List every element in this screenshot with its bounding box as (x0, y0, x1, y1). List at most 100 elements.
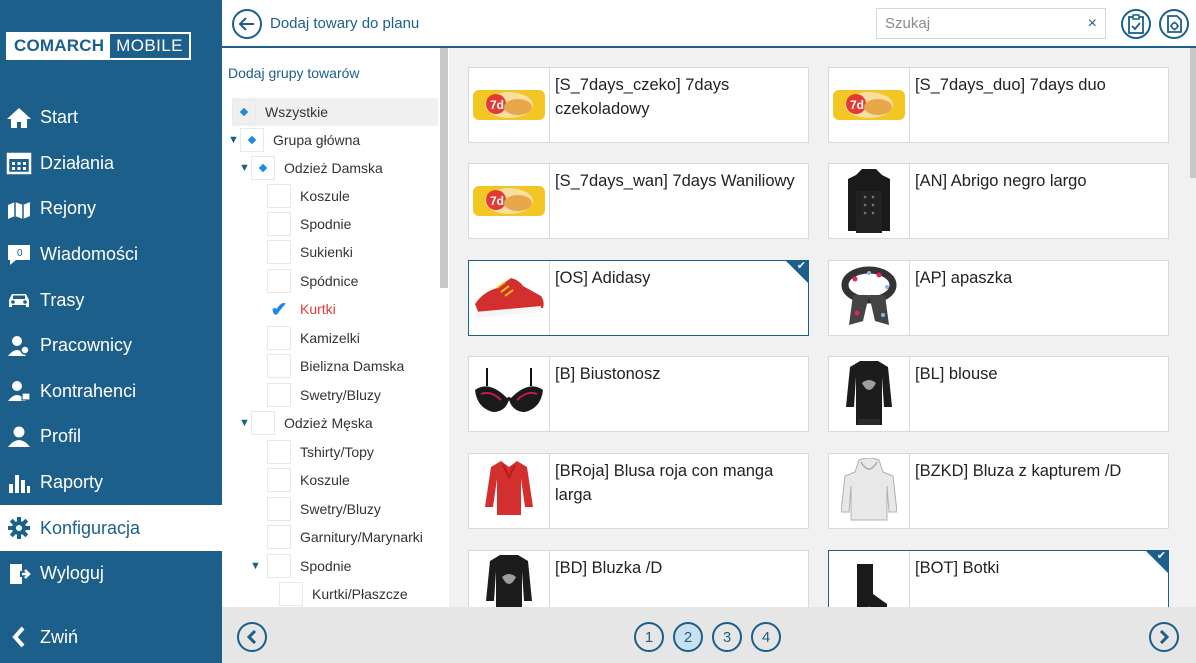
sidebar-item-label: Start (40, 107, 79, 128)
sidebar-item-wyloguj[interactable]: Wyloguj (0, 551, 222, 597)
tree-item[interactable]: Swetry/Bluzy (267, 381, 381, 409)
checkbox[interactable] (240, 128, 264, 152)
calendar-icon (4, 150, 34, 176)
sidebar-item-konfiguracja[interactable]: Konfiguracja (0, 505, 222, 551)
partial-select-icon (247, 135, 257, 145)
tree-item-all[interactable]: Wszystkie (232, 98, 438, 126)
tree-item[interactable]: Koszule (267, 466, 350, 494)
checkbox[interactable] (279, 582, 303, 606)
clear-search-icon[interactable]: × (1088, 15, 1097, 33)
product-card-selected[interactable]: [OS] Adidasy ✔ (468, 260, 809, 336)
checkbox[interactable] (267, 440, 291, 464)
page-button-1[interactable]: 1 (634, 622, 664, 652)
document-settings-button[interactable] (1159, 9, 1189, 39)
sidebar-item-label: Konfiguracja (40, 517, 141, 538)
product-card[interactable]: [BZKD] Bluza z kapturem /D (828, 453, 1169, 529)
collapse-sidebar-button[interactable]: Zwiń (4, 626, 78, 648)
checkbox[interactable] (251, 156, 275, 180)
page-button-2[interactable]: 2 (673, 622, 703, 652)
tree-item[interactable]: ▼ Odzież Męska (239, 409, 373, 437)
tree-item-label: Grupa główna (273, 132, 361, 148)
expand-arrow-icon[interactable]: ▼ (228, 134, 240, 146)
sidebar-item-rejony[interactable]: Rejony (0, 186, 222, 232)
checkbox[interactable] (267, 525, 291, 549)
tree-item[interactable]: ▼ Spodnie (250, 552, 351, 580)
product-card[interactable]: [BL] blouse (828, 356, 1169, 432)
gear-icon (4, 515, 34, 541)
product-card[interactable]: [AN] Abrigo negro largo (828, 163, 1169, 239)
tree-item[interactable]: Swetry/Bluzy (267, 495, 381, 523)
tree-item-selected[interactable]: ✔ Kurtki (267, 295, 336, 323)
clipboard-button[interactable] (1121, 9, 1151, 39)
red-blouse-image (469, 454, 550, 528)
checkbox[interactable] (267, 497, 291, 521)
product-card[interactable]: 7d [S_7days_czeko] 7days czekoladowy (468, 67, 809, 143)
page-button-3[interactable]: 3 (712, 622, 742, 652)
tree-item[interactable]: Spódnice (267, 267, 358, 295)
expand-arrow-icon[interactable]: ▼ (250, 560, 262, 572)
sidebar-item-pracownicy[interactable]: Pracownicy (0, 323, 222, 369)
profile-icon (4, 424, 34, 450)
tree-item[interactable]: Tshirty/Topy (267, 438, 374, 466)
next-page-button[interactable] (1149, 622, 1179, 652)
checkbox[interactable] (267, 354, 291, 378)
checkbox[interactable]: ✔ (267, 297, 291, 321)
tree-item[interactable]: Kamizelki (267, 324, 360, 352)
product-card[interactable]: 7d [S_7days_wan] 7days Waniliowy (468, 163, 809, 239)
message-icon: 0 (4, 242, 34, 268)
sidebar-item-label: Pracownicy (40, 335, 133, 356)
croissant-pack-image: 7d (469, 164, 550, 238)
product-card[interactable]: [BRoja] Blusa roja con manga larga (468, 453, 809, 529)
checkbox[interactable] (267, 383, 291, 407)
checkbox[interactable] (267, 468, 291, 492)
tree-item[interactable]: Kurtki/Płaszcze (279, 580, 408, 607)
tree-item[interactable]: Garnitury/Marynarki (267, 523, 423, 551)
checkbox[interactable] (232, 100, 256, 124)
tree-item-label: Sukienki (300, 244, 353, 260)
sidebar-item-dzialania[interactable]: Działania (0, 141, 222, 187)
products-scrollbar[interactable] (1190, 48, 1196, 178)
checkbox[interactable] (251, 411, 275, 435)
product-card[interactable]: [B] Biustonosz (468, 356, 809, 432)
expand-arrow-icon[interactable]: ▼ (239, 417, 251, 429)
tree-item[interactable]: Bielizna Damska (267, 352, 404, 380)
product-name: [BL] blouse (915, 365, 998, 383)
group-tree-panel: Dodaj grupy towarów Wszystkie ▼ Grupa gł… (222, 48, 448, 607)
checkbox[interactable] (267, 554, 291, 578)
checkbox[interactable] (267, 212, 291, 236)
tree-item-label: Odzież Damska (284, 160, 383, 176)
sidebar-item-wiadomosci[interactable]: 0 Wiadomości (0, 232, 222, 278)
sidebar-item-trasy[interactable]: Trasy (0, 277, 222, 323)
back-button[interactable] (232, 9, 262, 39)
sidebar-item-label: Wyloguj (40, 563, 104, 584)
sidebar-item-profil[interactable]: Profil (0, 414, 222, 460)
search-box: × (876, 8, 1106, 39)
scarf-image (829, 261, 910, 335)
tree-item[interactable]: ▼ Odzież Damska (239, 154, 383, 182)
sidebar-item-raporty[interactable]: Raporty (0, 460, 222, 506)
checkbox[interactable] (267, 240, 291, 264)
svg-text:0: 0 (17, 248, 23, 259)
previous-page-button[interactable] (237, 622, 267, 652)
tree-item[interactable]: Koszule (267, 182, 350, 210)
sidebar-item-kontrahenci[interactable]: Kontrahenci (0, 369, 222, 415)
product-card[interactable]: [AP] apaszka (828, 260, 1169, 336)
sidebar-item-start[interactable]: Start (0, 95, 222, 141)
checkbox[interactable] (267, 269, 291, 293)
tree-item[interactable]: Sukienki (267, 238, 353, 266)
tree-scrollbar[interactable] (440, 48, 448, 288)
tree-item[interactable]: ▼ Grupa główna (228, 126, 360, 154)
product-card[interactable]: 7d [S_7days_duo] 7days duo (828, 67, 1169, 143)
tree-item-label: Odzież Męska (284, 415, 373, 431)
sidebar: COMARCH MOBILE Start Działania Rejony 0 … (0, 0, 222, 663)
product-card-selected[interactable]: [BOT] Botki ✔ (828, 550, 1169, 607)
checkbox[interactable] (267, 184, 291, 208)
expand-arrow-icon[interactable]: ▼ (239, 162, 251, 174)
tree-item[interactable]: Spodnie (267, 210, 351, 238)
page-title: Dodaj towary do planu (270, 15, 420, 32)
product-card[interactable]: [BD] Bluzka /D (468, 550, 809, 607)
search-input[interactable] (885, 15, 1088, 32)
sidebar-item-label: Kontrahenci (40, 380, 137, 401)
checkbox[interactable] (267, 326, 291, 350)
page-button-4[interactable]: 4 (751, 622, 781, 652)
